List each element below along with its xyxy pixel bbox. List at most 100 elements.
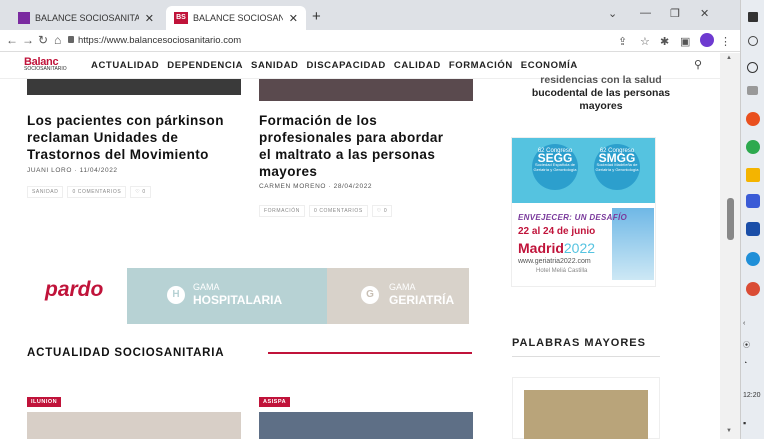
share-icon[interactable]: ⇪ <box>618 35 627 48</box>
network-icon[interactable]: ⦿ <box>743 340 750 350</box>
menu-item-formacion[interactable]: FORMACIÓN <box>449 60 513 71</box>
reload-icon[interactable]: ↻ <box>38 33 48 47</box>
file-explorer-icon[interactable] <box>746 168 760 182</box>
scroll-down-arrow[interactable]: ▼ <box>726 428 732 434</box>
tag-link[interactable]: SANIDAD <box>27 186 64 198</box>
firefox-icon[interactable] <box>746 112 760 126</box>
article-title[interactable]: Formación de los profesionales para abor… <box>259 112 474 180</box>
ad-slogan: ENVEJECER: UN DESAFÍO <box>518 213 627 222</box>
article-image[interactable] <box>259 79 473 101</box>
badge-sub: Sociedad Española de Geriatría y Geronto… <box>533 162 577 172</box>
tag-link[interactable]: FORMACIÓN <box>259 205 305 217</box>
hospitalaria-label: HOSPITALARIA <box>193 293 283 307</box>
defender-icon[interactable] <box>746 194 760 208</box>
title-line: bucodental de las personas <box>531 87 671 99</box>
terminal-icon[interactable] <box>746 222 760 236</box>
badge-big: SEGG <box>537 151 573 165</box>
menu-item-calidad[interactable]: CALIDAD <box>394 60 441 71</box>
title-line: Los pacientes con párkinson <box>27 113 224 128</box>
restore-button[interactable]: ❐ <box>670 7 680 20</box>
back-icon[interactable]: ← <box>6 33 18 47</box>
tab-balance-sociosanitaria[interactable]: BALANCE SOCIOSANITARIA - Rv ✕ <box>10 6 162 30</box>
sidepanel-icon[interactable]: ▣ <box>680 35 690 48</box>
forward-icon[interactable]: → <box>22 33 34 47</box>
tab-label: BALANCE SOCIOSANITARIO <box>193 13 283 23</box>
gama-label: GAMA <box>193 282 220 292</box>
city-text: Madrid <box>518 240 564 256</box>
advertisement-banner[interactable]: pardo H GAMA HOSPITALARIA G GAMA GERIATR… <box>27 268 469 324</box>
notification-icon[interactable]: ▪ <box>743 418 746 428</box>
scrollbar-thumb[interactable] <box>727 198 734 240</box>
article-image[interactable] <box>259 412 473 439</box>
article-meta: JUANI LORO · 11/04/2022 <box>27 167 118 174</box>
ad-website[interactable]: www.geriatria2022.com <box>518 258 591 265</box>
chrome-red-icon[interactable] <box>746 282 760 296</box>
menu-item-sanidad[interactable]: SANIDAD <box>251 60 298 71</box>
segg-badge: 62 Congreso SEGG Sociedad Española de Ge… <box>532 144 578 190</box>
home-icon[interactable]: ⌂ <box>54 33 61 47</box>
section-divider <box>268 352 472 354</box>
ad-venue: Hotel Meliá Castilla <box>536 268 588 274</box>
tab-balance-sociosanitario-active[interactable]: BS BALANCE SOCIOSANITARIO ✕ <box>166 6 306 30</box>
close-window-button[interactable]: ✕ <box>700 7 709 20</box>
menu-item-economia[interactable]: ECONOMÍA <box>521 60 578 71</box>
new-tab-button[interactable]: + <box>312 8 321 25</box>
title-line: residencias con la salud <box>540 74 662 86</box>
minimize-button[interactable]: — <box>640 7 651 19</box>
menu-item-actualidad[interactable]: ACTUALIDAD <box>91 60 159 71</box>
start-icon[interactable] <box>748 12 758 22</box>
title-line: mayores <box>579 100 623 112</box>
title-line: el maltrato a las personas <box>259 147 436 162</box>
article-image[interactable] <box>524 390 648 439</box>
congress-advertisement[interactable]: 62 Congreso SEGG Sociedad Española de Ge… <box>511 137 656 287</box>
menu-item-dependencia[interactable]: DEPENDENCIA <box>167 60 243 71</box>
close-tab-icon[interactable]: ✕ <box>145 12 154 25</box>
comments-link[interactable]: 0 COMENTARIOS <box>67 186 127 198</box>
profile-avatar[interactable] <box>700 33 714 47</box>
tray-arrow-icon[interactable]: ‹ <box>743 320 745 327</box>
brand-text: pardo <box>45 278 104 301</box>
article-image[interactable] <box>27 79 241 95</box>
section-divider <box>512 356 660 357</box>
g-letter: G <box>361 286 379 304</box>
search-icon[interactable]: ⚲ <box>694 58 702 71</box>
badge-sub: Sociedad Madrileña de Geriatría y Geront… <box>595 162 639 172</box>
likes-count[interactable]: ♡ 0 <box>130 186 151 198</box>
category-badge[interactable]: ILUNION <box>27 397 62 407</box>
h-letter: H <box>167 286 185 304</box>
article-image[interactable] <box>27 412 241 439</box>
task-view-icon[interactable] <box>747 86 758 95</box>
more-menu-icon[interactable]: ⋮ <box>720 35 731 48</box>
ad-city: Madrid2022 <box>518 240 595 256</box>
scroll-up-arrow[interactable]: ▲ <box>726 55 732 61</box>
article-meta: CARMEN MORENO · 28/04/2022 <box>259 183 373 190</box>
extensions-icon[interactable]: ✱ <box>660 35 669 48</box>
bookmark-star-icon[interactable]: ☆ <box>640 35 650 48</box>
chrome-icon[interactable] <box>746 140 760 154</box>
favicon-icon: BS <box>174 12 188 24</box>
site-logo[interactable]: Balanc SOCIOSANITARIO <box>24 56 78 76</box>
ad-dates: 22 al 24 de junio <box>518 226 596 237</box>
menu-item-discapacidad[interactable]: DISCAPACIDAD <box>307 60 386 71</box>
lock-icon <box>68 36 74 43</box>
logo-subtext: SOCIOSANITARIO <box>24 66 67 72</box>
article-title[interactable]: Los pacientes con párkinson reclaman Uni… <box>27 112 252 163</box>
edge-icon[interactable] <box>746 252 760 266</box>
title-line: Formación de los <box>259 113 378 128</box>
close-tab-icon[interactable]: ✕ <box>289 12 298 25</box>
sidebar-article-title[interactable]: residencias con la salud bucodental de l… <box>511 74 691 113</box>
pardo-logo: pardo <box>27 268 127 324</box>
likes-count[interactable]: ♡ 0 <box>371 205 393 217</box>
favicon-icon <box>18 12 30 24</box>
url-field[interactable]: https://www.balancesociosanitario.com <box>78 35 241 46</box>
category-badge[interactable]: ASISPA <box>259 397 291 407</box>
tab-search-icon[interactable]: ⌄ <box>608 7 617 20</box>
page-scrollbar[interactable] <box>720 53 740 439</box>
year-text: 2022 <box>563 240 596 256</box>
article-tags: SANIDAD 0 COMENTARIOS ♡ 0 <box>27 186 151 198</box>
volume-icon[interactable]: ◔ <box>743 360 747 367</box>
comments-link[interactable]: 0 COMENTARIOS <box>308 205 368 217</box>
clock-time[interactable]: 12:20 <box>743 392 761 399</box>
search-icon[interactable] <box>748 36 758 46</box>
cortana-icon[interactable] <box>747 62 758 73</box>
